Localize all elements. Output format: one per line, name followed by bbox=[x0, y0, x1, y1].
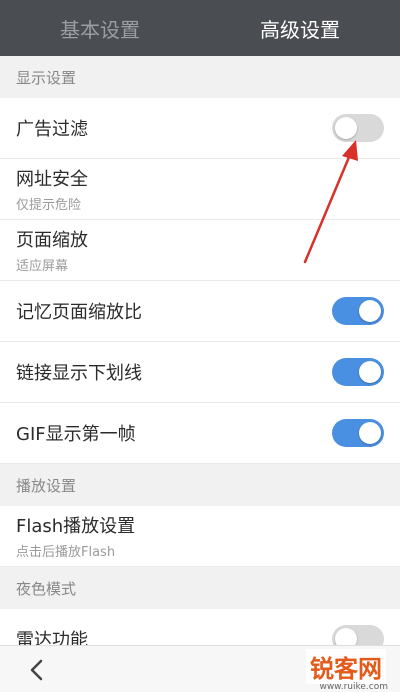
section-playback: 播放设置 bbox=[0, 464, 400, 506]
setting-flash[interactable]: Flash播放设置 点击后播放Flash bbox=[0, 506, 400, 567]
setting-ad-filter[interactable]: 广告过滤 bbox=[0, 98, 400, 159]
settings-tab-bar: 基本设置 高级设置 bbox=[0, 0, 400, 56]
setting-label: Flash播放设置 bbox=[16, 516, 136, 537]
setting-url-security[interactable]: 网址安全 仅提示危险 bbox=[0, 159, 400, 220]
setting-gif-first-frame[interactable]: GIF显示第一帧 bbox=[0, 403, 400, 464]
setting-label: 雷达功能 bbox=[16, 630, 88, 645]
toggle-knob bbox=[359, 300, 381, 322]
setting-page-zoom[interactable]: 页面缩放 适应屏幕 bbox=[0, 220, 400, 281]
toggle-knob bbox=[335, 628, 357, 645]
setting-link-underline[interactable]: 链接显示下划线 bbox=[0, 342, 400, 403]
setting-label: 页面缩放 bbox=[16, 230, 88, 251]
watermark-url: www.ruike.com bbox=[319, 682, 388, 692]
setting-label: 广告过滤 bbox=[16, 119, 88, 140]
setting-texts: Flash播放设置 点击后播放Flash bbox=[16, 512, 135, 560]
gif-first-frame-toggle[interactable] bbox=[332, 419, 384, 447]
setting-value: 点击后播放Flash bbox=[16, 545, 116, 560]
tab-basic-settings[interactable]: 基本设置 bbox=[0, 0, 200, 56]
section-night-mode: 夜色模式 bbox=[0, 567, 400, 609]
chevron-left-icon[interactable] bbox=[22, 655, 52, 685]
setting-texts: 页面缩放 适应屏幕 bbox=[16, 226, 88, 274]
settings-list: 显示设置 广告过滤 网址安全 仅提示危险 页面缩放 适应屏幕 记忆页面缩放比 链… bbox=[0, 56, 400, 645]
remember-zoom-toggle[interactable] bbox=[332, 297, 384, 325]
toggle-knob bbox=[359, 361, 381, 383]
setting-label: 链接显示下划线 bbox=[16, 363, 142, 384]
setting-texts: 网址安全 仅提示危险 bbox=[16, 165, 88, 213]
setting-label: GIF显示第一帧 bbox=[16, 424, 136, 445]
watermark-brand: 锐客网 bbox=[306, 649, 386, 684]
setting-value: 适应屏幕 bbox=[16, 259, 69, 274]
radar-toggle[interactable] bbox=[332, 625, 384, 645]
tab-advanced-settings[interactable]: 高级设置 bbox=[200, 0, 400, 56]
setting-label: 网址安全 bbox=[16, 169, 88, 190]
setting-remember-zoom[interactable]: 记忆页面缩放比 bbox=[0, 281, 400, 342]
setting-value: 仅提示危险 bbox=[16, 198, 82, 213]
link-underline-toggle[interactable] bbox=[332, 358, 384, 386]
setting-radar[interactable]: 雷达功能 bbox=[0, 609, 400, 645]
section-display: 显示设置 bbox=[0, 56, 400, 98]
toggle-knob bbox=[335, 117, 357, 139]
setting-label: 记忆页面缩放比 bbox=[16, 302, 142, 323]
toggle-knob bbox=[359, 422, 381, 444]
ad-filter-toggle[interactable] bbox=[332, 114, 384, 142]
